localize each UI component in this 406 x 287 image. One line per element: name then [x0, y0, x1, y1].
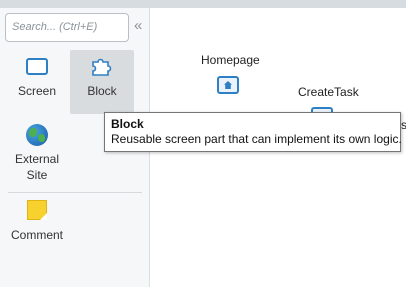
label-line-1: External	[14, 152, 60, 166]
sticky-note-icon	[27, 200, 47, 220]
toolbox-item-external-site[interactable]: External Site	[5, 116, 69, 188]
toolbox-item-screen[interactable]: Screen	[5, 50, 69, 114]
top-bar	[0, 0, 406, 8]
toolbox-item-label: Screen	[17, 84, 57, 98]
tooltip-description: Reusable screen part that can implement …	[111, 132, 402, 146]
node-label-homepage: Homepage	[201, 53, 260, 67]
block-icon	[92, 58, 112, 76]
search-input[interactable]: Search... (Ctrl+E)	[5, 13, 129, 42]
clipped-node-label: s	[401, 118, 406, 132]
toolbox-divider	[8, 192, 142, 193]
collapse-panel-icon[interactable]: «	[134, 18, 142, 33]
screen-icon	[26, 58, 48, 75]
label-line-2: Site	[26, 168, 48, 182]
toolbox-item-label: Comment	[10, 228, 63, 242]
home-screen-icon[interactable]	[217, 76, 239, 94]
globe-icon	[26, 124, 48, 146]
toolbox-item-label: External Site	[5, 151, 69, 183]
block-tooltip: Block Reusable screen part that can impl…	[104, 112, 402, 152]
toolbox-item-comment[interactable]: Comment	[5, 194, 69, 258]
toolbox-item-block[interactable]: Block	[70, 50, 134, 114]
house-icon	[224, 81, 232, 89]
tooltip-title: Block	[111, 117, 144, 131]
toolbox-item-label: Block	[87, 84, 117, 98]
node-label-createtask: CreateTask	[298, 85, 359, 99]
